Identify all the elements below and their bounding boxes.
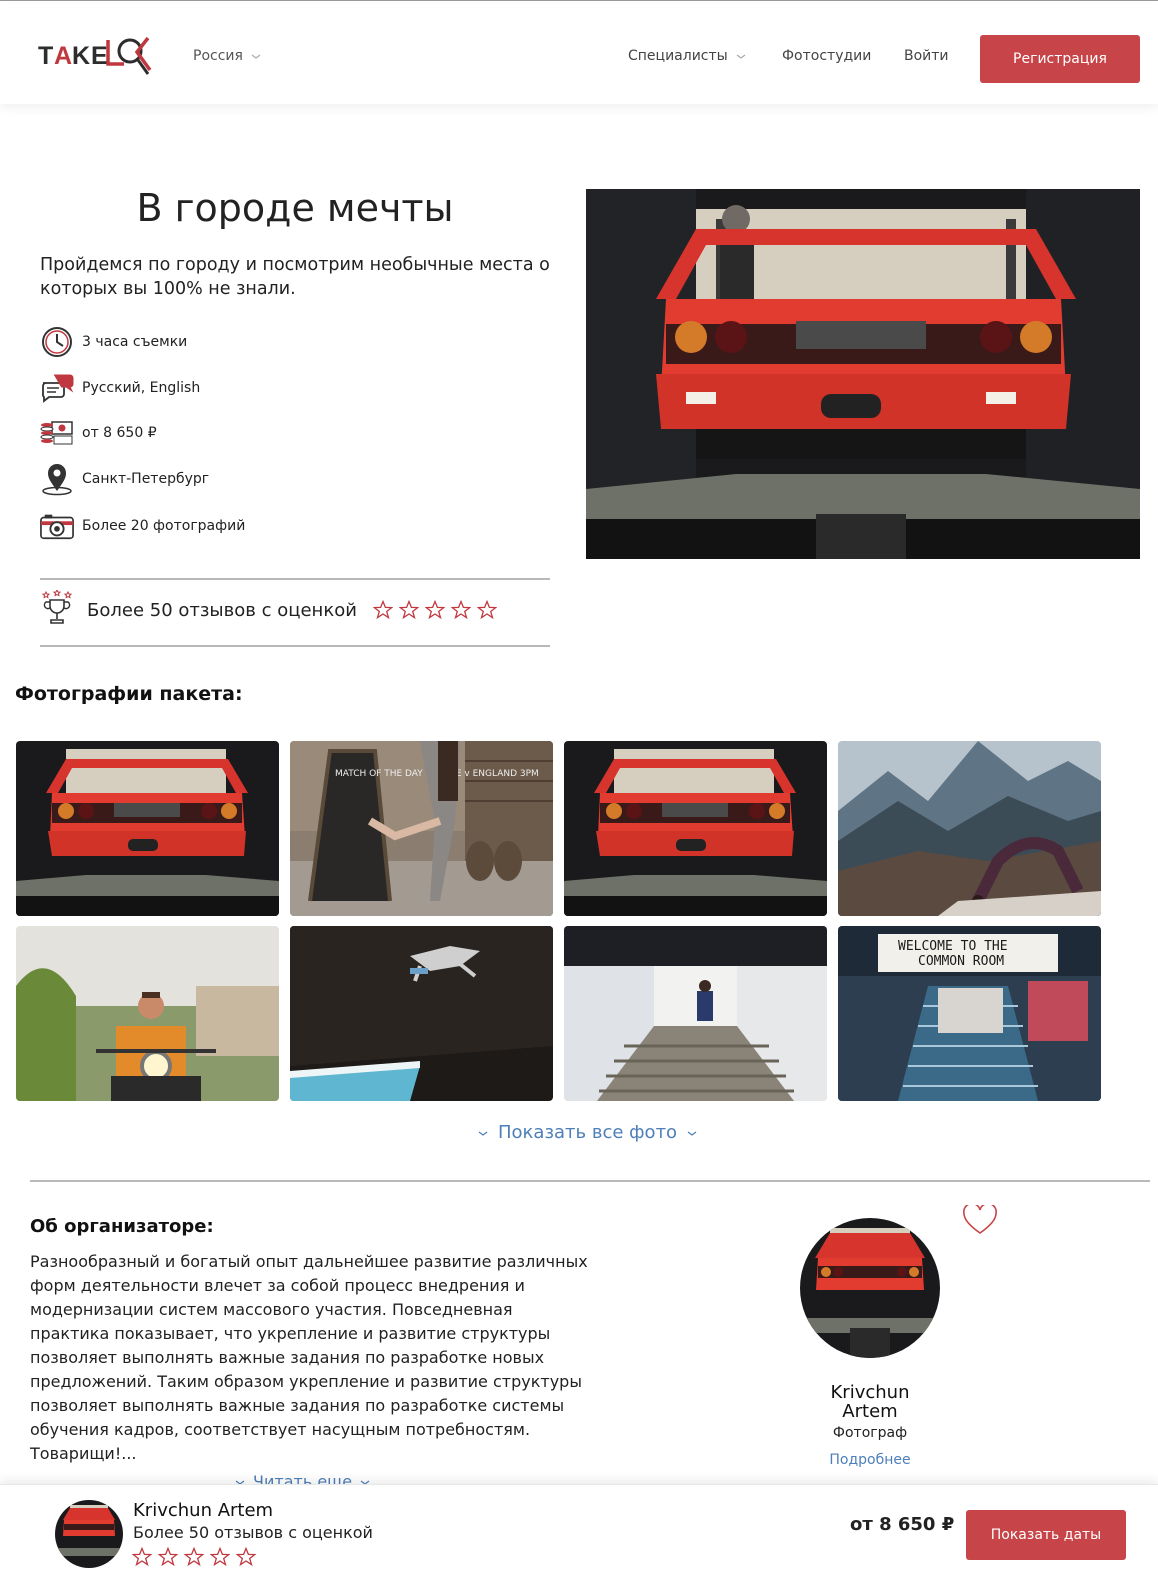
gallery-photo-red-car[interactable] [16,741,279,916]
region-label: Россия [193,48,243,64]
gallery-photo-woman-sign[interactable]: MATCH OF THE DAY FRANCE v ENGLAND 3PM [290,741,553,916]
trophy-icon [40,588,74,630]
feature-duration: 3 часа съемки [40,325,187,359]
svg-text:A: A [54,42,73,70]
show-all-photos-button[interactable]: Показать все фото [478,1122,697,1143]
section-divider [30,1180,1150,1182]
feature-location-text: Санкт-Петербург [82,471,210,487]
organizer-name: Krivchun Artem [830,1382,910,1422]
star-icon [210,1547,230,1567]
clock-icon [40,325,74,359]
bottom-organizer-name: Krivchun Artem [133,1500,274,1521]
star-icon [236,1547,256,1567]
organizer-details-link[interactable]: Подробнее [800,1452,940,1468]
star-icon [158,1547,178,1567]
feature-languages: Русский, English [40,371,200,405]
nav-specialists-label: Специалисты [628,48,728,64]
sticky-booking-bar: Krivchun Artem Более 50 отзывов с оценко… [0,1484,1158,1582]
gallery-photo-yoga-mountains[interactable] [838,741,1101,916]
star-icon [450,600,471,620]
about-title: Об организаторе: [30,1216,214,1237]
show-dates-button[interactable]: Показать даты [966,1510,1126,1560]
star-icon [424,600,445,620]
chevron-down-icon [478,1131,488,1136]
gallery-title: Фотографии пакета: [15,683,243,705]
feature-photos: Более 20 фотографий [40,509,245,543]
feature-languages-text: Русский, English [82,380,201,396]
star-icon [132,1547,152,1567]
feature-location: Санкт-Петербург [40,462,209,496]
takelook-logo[interactable]: T A KE [38,34,168,76]
show-all-label: Показать все фото [498,1122,678,1143]
hero-photo-red-car[interactable] [586,189,1140,559]
gallery-photo-stairs-tunnel[interactable] [564,926,827,1101]
organizer-avatar-small[interactable] [55,1500,123,1568]
about-text: Разнообразный и богатый опыт дальнейшее … [30,1252,588,1463]
sign-line1: WELCOME TO THE [898,939,1008,954]
feature-photos-text: Более 20 фотографий [82,518,246,534]
gallery-photo-common-room[interactable]: WELCOME TO THE COMMON ROOM [838,926,1101,1101]
site-header: T A KE Россия Специалисты Фотостудии Вой… [0,4,1158,104]
nav-login-label: Войти [904,48,949,64]
chevron-down-icon [736,54,746,59]
gallery-photo-motorcycle[interactable] [16,926,279,1101]
rating-summary: Более 50 отзывов с оценкой [40,588,497,630]
feature-duration-text: 3 часа съемки [82,334,188,350]
money-icon [40,416,74,450]
gallery-photo-red-car-2[interactable] [564,741,827,916]
nav-login[interactable]: Войти [904,48,949,64]
sign-line2: COMMON ROOM [918,954,1004,969]
star-icon [398,600,419,620]
star-icon [476,600,497,620]
organizer-avatar[interactable] [800,1218,940,1358]
organizer-role: Фотограф [832,1425,908,1441]
divider [40,578,550,580]
star-icon [372,600,393,620]
bottom-rating-stars [132,1547,256,1567]
favorite-heart-icon[interactable] [963,1205,997,1235]
svg-text:KE: KE [72,42,109,70]
feature-price: от 8 650 ₽ [40,416,157,450]
svg-text:T: T [38,42,54,70]
nav-studios[interactable]: Фотостудии [782,48,871,64]
page-title: В городе мечты [136,186,454,230]
camera-icon [40,509,74,543]
feature-price-text: от 8 650 ₽ [82,425,157,441]
rating-stars [372,600,497,620]
map-pin-icon [40,462,74,496]
nav-studios-label: Фотостудии [782,48,872,64]
bottom-reviews-text: Более 50 отзывов с оценкой [133,1523,373,1542]
rating-text: Более 50 отзывов с оценкой [87,599,357,621]
chat-bubbles-icon [40,371,74,405]
star-icon [184,1547,204,1567]
region-selector[interactable]: Россия [193,48,261,64]
bottom-price: от 8 650 ₽ [850,1514,955,1535]
chevron-down-icon [251,54,261,59]
chevron-down-icon [687,1131,697,1136]
divider [40,645,550,647]
gallery-photo-skate-jump[interactable] [290,926,553,1101]
page-subtitle: Пройдемся по городу и посмотрим необычны… [40,255,550,299]
register-button[interactable]: Регистрация [980,35,1140,83]
nav-specialists[interactable]: Специалисты [628,48,746,64]
